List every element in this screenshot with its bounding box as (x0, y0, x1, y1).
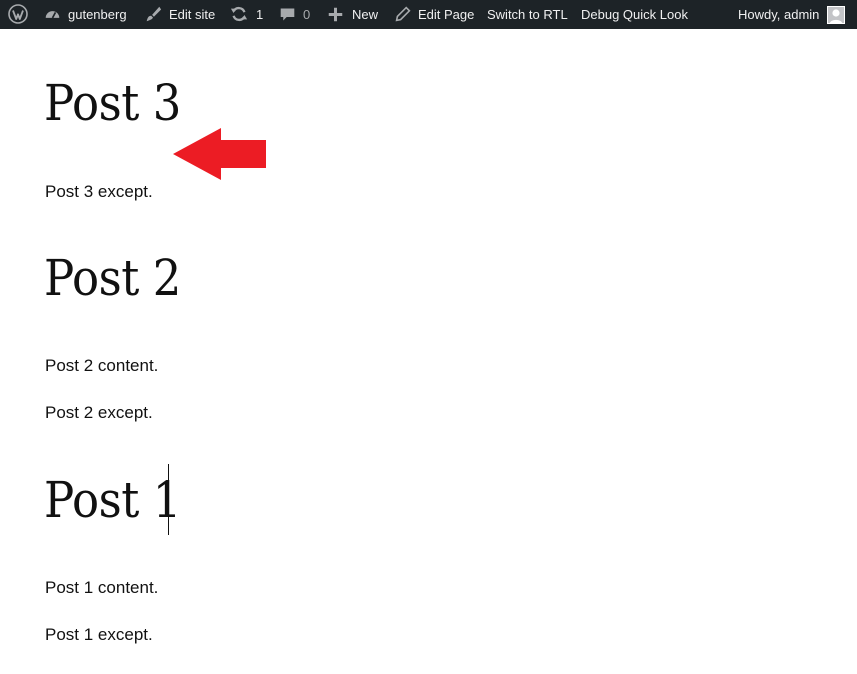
new-label: New (352, 7, 379, 22)
post-title-1[interactable]: Post 1 (44, 475, 181, 525)
admin-bar: gutenberg Edit site 1 0 New Edit Page Sw… (0, 0, 857, 29)
comments-menu[interactable]: 0 (279, 0, 310, 29)
refresh-icon (230, 6, 248, 22)
post-excerpt-2[interactable]: Post 2 except. (45, 404, 153, 421)
avatar[interactable] (827, 6, 845, 24)
post-title-2[interactable]: Post 2 (44, 253, 181, 303)
post-content-2[interactable]: Post 2 content. (45, 357, 158, 374)
edit-page-label: Edit Page (418, 7, 475, 22)
comment-bubble-icon (280, 8, 295, 21)
site-name-menu[interactable]: gutenberg (44, 0, 127, 29)
wordpress-logo-icon (8, 4, 28, 24)
edit-site-label: Edit site (169, 7, 216, 22)
edit-page-menu[interactable]: Edit Page (395, 0, 474, 29)
howdy-label: Howdy, admin (738, 7, 820, 22)
post-excerpt-1[interactable]: Post 1 except. (45, 626, 153, 643)
wp-logo-menu[interactable] (0, 0, 36, 29)
updates-count: 1 (256, 7, 264, 22)
debug-quick-look-menu[interactable]: Debug Quick Look (581, 0, 688, 29)
post-content-1[interactable]: Post 1 content. (45, 579, 158, 596)
pencil-icon (395, 6, 411, 22)
post-title-3[interactable]: Post 3 (44, 78, 181, 128)
updates-menu[interactable]: 1 (230, 0, 263, 29)
text-cursor (168, 464, 169, 535)
post-excerpt-3[interactable]: Post 3 except. (45, 183, 153, 200)
switch-rtl-menu[interactable]: Switch to RTL (487, 0, 568, 29)
my-account-menu[interactable]: Howdy, admin (738, 0, 819, 29)
new-content-menu[interactable]: New (328, 0, 378, 29)
edit-site-menu[interactable]: Edit site (144, 0, 215, 29)
dashboard-icon (45, 11, 60, 19)
avatar-icon (827, 6, 845, 24)
site-name-label: gutenberg (68, 7, 127, 22)
brush-icon (146, 6, 162, 22)
plus-icon (328, 7, 343, 22)
comments-count: 0 (303, 7, 311, 22)
red-arrow-annotation (173, 128, 266, 180)
